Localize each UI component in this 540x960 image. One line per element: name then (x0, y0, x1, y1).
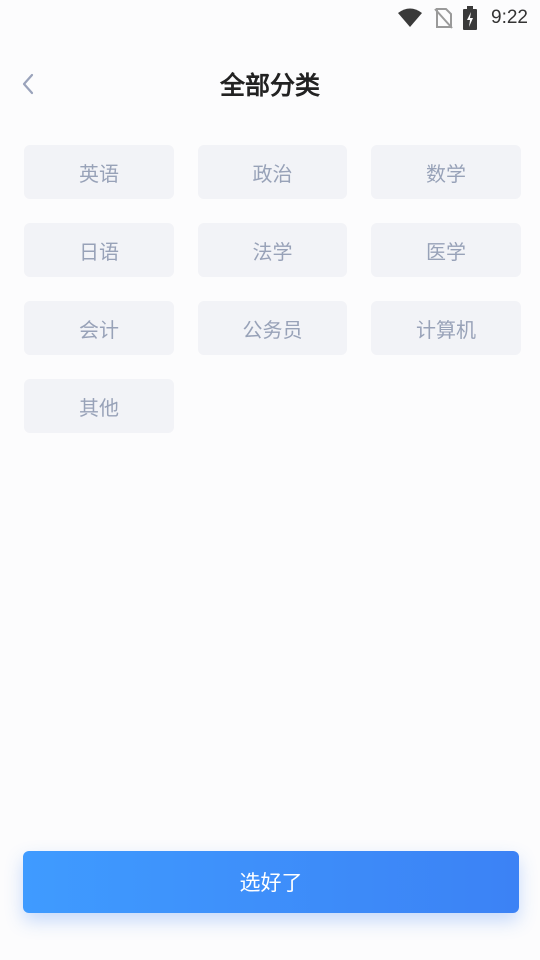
category-chip-english[interactable]: 英语 (24, 145, 174, 199)
wifi-icon (397, 8, 423, 28)
category-chip-accounting[interactable]: 会计 (24, 301, 174, 355)
category-chip-japanese[interactable]: 日语 (24, 223, 174, 277)
category-chip-medicine[interactable]: 医学 (371, 223, 521, 277)
category-chip-law[interactable]: 法学 (198, 223, 347, 277)
clock: 9:22 (491, 7, 528, 28)
no-sim-icon (433, 7, 453, 29)
confirm-button[interactable]: 选好了 (23, 851, 519, 913)
category-chip-civil-service[interactable]: 公务员 (198, 301, 347, 355)
page-title: 全部分类 (219, 71, 320, 100)
category-chip-computer[interactable]: 计算机 (371, 301, 521, 355)
category-chip-politics[interactable]: 政治 (198, 145, 347, 199)
category-chip-other[interactable]: 其他 (24, 379, 174, 433)
header: 全部分类 (0, 52, 540, 116)
battery-charging-icon (463, 6, 478, 30)
status-bar: 9:22 (0, 0, 540, 36)
category-grid: 英语 政治 数学 日语 法学 医学 会计 公务员 计算机 其他 (24, 145, 521, 433)
category-chip-math[interactable]: 数学 (371, 145, 521, 199)
